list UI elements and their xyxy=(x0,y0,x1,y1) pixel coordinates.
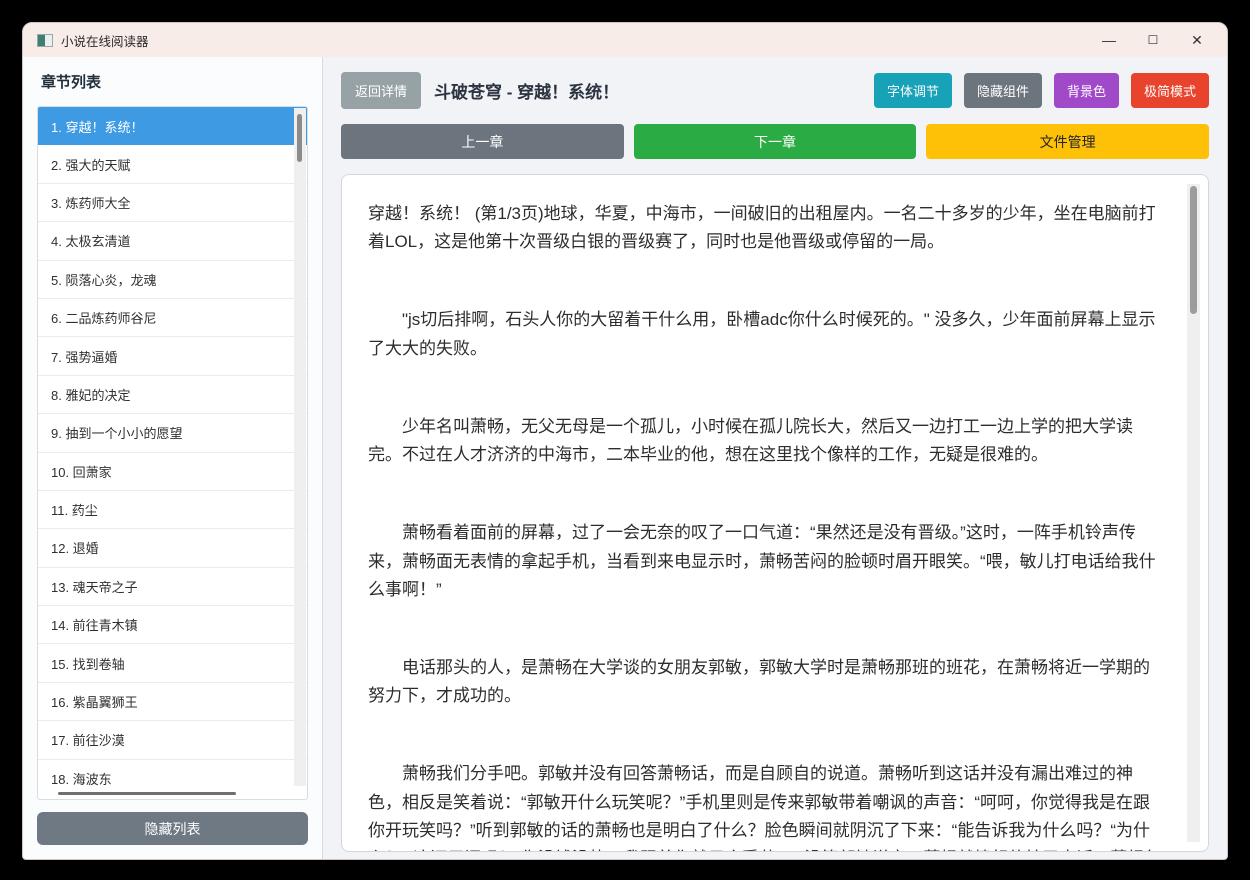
window-title: 小说在线阅读器 xyxy=(61,34,149,49)
app-icon xyxy=(37,33,53,47)
header-row: 返回详情 斗破苍穹 - 穿越！系统！ 字体调节 隐藏组件 背景色 极简模式 xyxy=(341,72,1209,109)
chapter-list-vertical-scrollbar[interactable] xyxy=(294,108,306,786)
title-bar: 小说在线阅读器 — ☐ ✕ xyxy=(23,23,1227,57)
novel-paragraph: "js切后排啊，石头人你的大留着干什么用，卧槽adc你什么时候死的。" 没多久，… xyxy=(368,310,1156,358)
novel-paragraph: 萧畅看着面前的屏幕，过了一会无奈的叹了一口气道：“果然还是没有晋级。”这时，一阵… xyxy=(368,523,1156,599)
chapter-list-item[interactable]: 2. 强大的天赋 xyxy=(38,145,307,184)
scrollbar-thumb[interactable] xyxy=(1190,186,1197,314)
chapter-list-item[interactable]: 10. 回萧家 xyxy=(38,452,307,491)
chapter-list-item[interactable]: 12. 退婚 xyxy=(38,529,307,568)
maximize-button[interactable]: ☐ xyxy=(1131,25,1175,55)
main-panel: 返回详情 斗破苍穹 - 穿越！系统！ 字体调节 隐藏组件 背景色 极简模式 上一… xyxy=(323,57,1227,859)
chapter-nav-row: 上一章 下一章 文件管理 xyxy=(341,124,1210,159)
chapter-list-title: 章节列表 xyxy=(41,74,102,91)
minimize-button[interactable]: — xyxy=(1087,25,1131,55)
hide-list-button[interactable]: 隐藏列表 xyxy=(37,812,308,845)
reader-vertical-scrollbar[interactable] xyxy=(1187,184,1200,842)
chapter-list-item[interactable]: 7. 强势逼婚 xyxy=(38,337,307,376)
page-title: 斗破苍穹 - 穿越！系统！ xyxy=(434,83,620,102)
chapter-list-item[interactable]: 4. 太极玄清道 xyxy=(38,222,307,261)
novel-paragraph: 电话那头的人，是萧畅在大学谈的女朋友郭敏，郭敏大学时是萧畅那班的班花，在萧畅将近… xyxy=(368,657,1150,706)
background-color-button[interactable]: 背景色 xyxy=(1053,73,1119,108)
chapter-list-item[interactable]: 8. 雅妃的决定 xyxy=(38,375,307,415)
chapter-list-item[interactable]: 9. 抽到一个小小的愿望 xyxy=(38,414,307,453)
chapter-list-horizontal-scrollbar[interactable] xyxy=(42,789,289,797)
reader-panel: 穿越！系统！ (第1/3页)地球，华夏，中海市，一间破旧的出租屋内。一名二十多岁… xyxy=(341,174,1209,852)
chapter-sidebar: 章节列表 1. 穿越！系统！ 2. 强大的天赋 3. 炼药师大全 4. 太极玄清道 5.… xyxy=(23,57,323,859)
prev-chapter-button[interactable]: 上一章 xyxy=(341,124,624,159)
back-to-details-button[interactable]: 返回详情 xyxy=(341,72,422,109)
next-chapter-button[interactable]: 下一章 xyxy=(633,124,917,159)
app-body: 章节列表 1. 穿越！系统！ 2. 强大的天赋 3. 炼药师大全 4. 太极玄清道 5.… xyxy=(23,57,1227,859)
chapter-list-item[interactable]: 3. 炼药师大全 xyxy=(38,183,307,223)
novel-paragraph: 萧畅我们分手吧。郭敏并没有回答萧畅话，而是自顾自的说道。萧畅听到这话并没有漏出难… xyxy=(368,764,1161,851)
chapter-list-item[interactable]: 14. 前往青木镇 xyxy=(38,606,307,645)
chapter-list: 1. 穿越！系统！ 2. 强大的天赋 3. 炼药师大全 4. 太极玄清道 5. 陨落心炎… xyxy=(37,106,308,800)
novel-paragraph: 少年名叫萧畅，无父无母是一个孤儿，小时候在孤儿院长大，然后又一边打工一边上学的把… xyxy=(368,416,1133,465)
close-button[interactable]: ✕ xyxy=(1175,25,1219,55)
scrollbar-thumb[interactable] xyxy=(297,114,302,162)
app-window: 小说在线阅读器 — ☐ ✕ 章节列表 1. 穿越！系统！ 2. 强大的天赋 3. 炼… xyxy=(22,22,1228,860)
chapter-list-items: 1. 穿越！系统！ 2. 强大的天赋 3. 炼药师大全 4. 太极玄清道 5. 陨落心炎… xyxy=(38,107,307,787)
chapter-list-item[interactable]: 16. 紫晶翼狮王 xyxy=(38,682,307,722)
chapter-list-item[interactable]: 11. 药尘 xyxy=(38,490,307,530)
font-adjust-button[interactable]: 字体调节 xyxy=(873,73,952,108)
file-manager-button[interactable]: 文件管理 xyxy=(926,124,1210,159)
chapter-list-item[interactable]: 6. 二品炼药师谷尼 xyxy=(38,298,307,338)
chapter-list-item[interactable]: 15. 找到卷轴 xyxy=(38,644,307,683)
reader-text: 穿越！系统！ (第1/3页)地球，华夏，中海市，一间破旧的出租屋内。一名二十多岁… xyxy=(342,175,1208,851)
chapter-list-item[interactable]: 5. 陨落心炎，龙魂 xyxy=(38,260,307,299)
novel-paragraph: 穿越！系统！ (第1/3页)地球，华夏，中海市，一间破旧的出租屋内。一名二十多岁… xyxy=(368,204,1156,252)
hide-components-button[interactable]: 隐藏组件 xyxy=(963,73,1042,108)
scrollbar-thumb[interactable] xyxy=(58,792,236,795)
chapter-list-item[interactable]: 13. 魂天帝之子 xyxy=(38,567,307,607)
chapter-list-item[interactable]: 1. 穿越！系统！ xyxy=(38,107,307,146)
chapter-list-item[interactable]: 18. 海波东 xyxy=(38,759,307,787)
minimal-mode-button[interactable]: 极简模式 xyxy=(1130,73,1209,108)
chapter-list-item[interactable]: 17. 前往沙漠 xyxy=(38,721,307,760)
